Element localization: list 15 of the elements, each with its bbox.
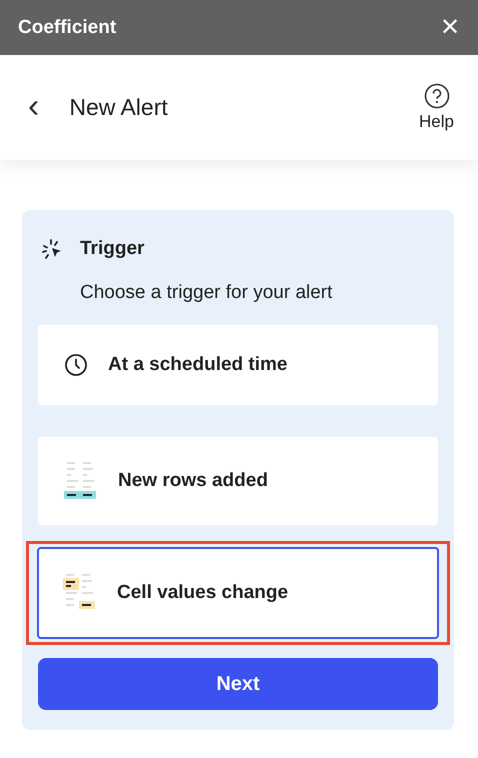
trigger-option[interactable]: New rows added <box>38 437 438 525</box>
close-button[interactable]: ✕ <box>440 16 460 40</box>
window-title: Coefficient <box>18 16 116 38</box>
help-button[interactable]: Help <box>419 83 454 132</box>
back-button[interactable]: ‹ <box>28 88 40 126</box>
next-button[interactable]: Next <box>38 658 438 710</box>
page-title: New Alert <box>69 94 169 121</box>
clock-icon <box>64 353 88 377</box>
help-icon <box>424 83 450 109</box>
section-subtitle: Choose a trigger for your alert <box>80 282 334 304</box>
trigger-option[interactable]: Cell values change <box>37 547 439 639</box>
section-title: Trigger <box>80 238 144 260</box>
table-cells-icon <box>63 574 97 612</box>
trigger-option[interactable]: At a scheduled time <box>38 325 438 405</box>
table-rows-icon <box>64 462 98 500</box>
